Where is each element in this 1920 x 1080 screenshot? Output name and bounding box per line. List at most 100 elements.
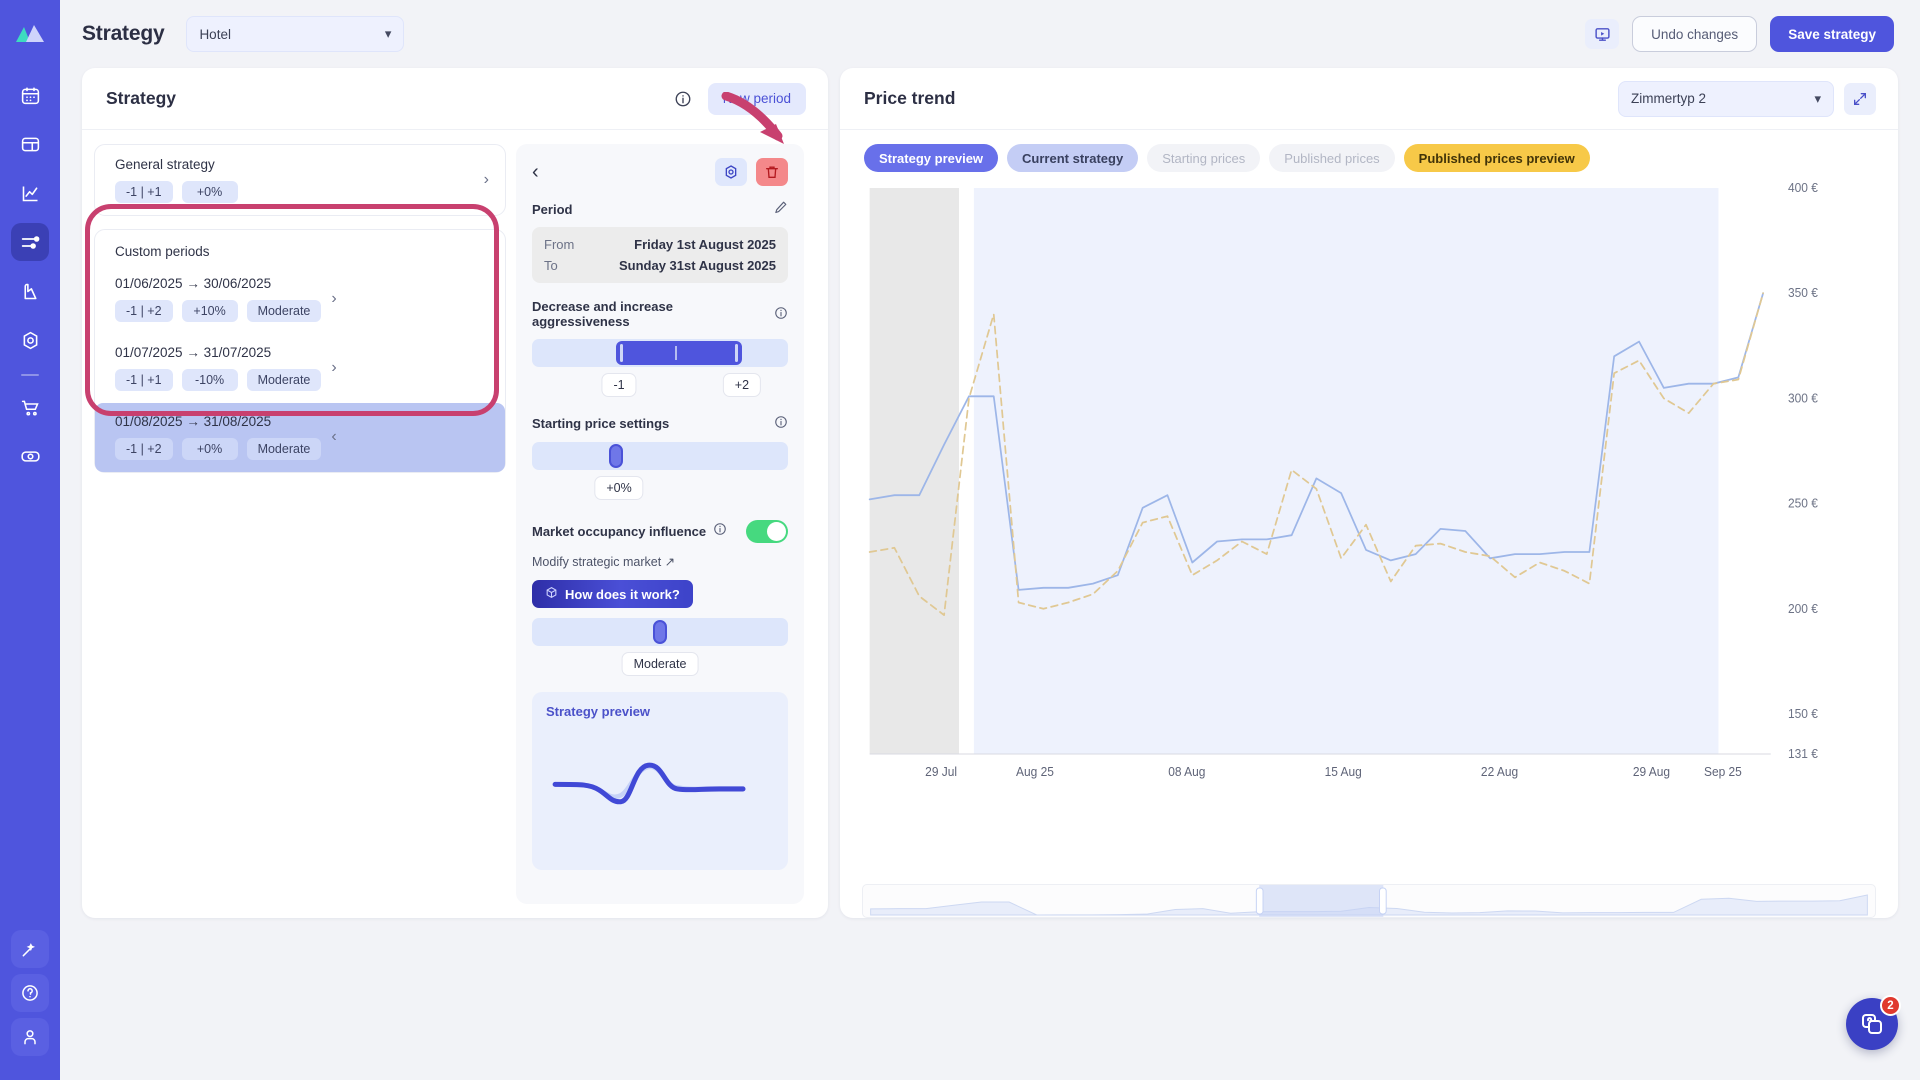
chip-aggressiveness: -1 | +2 [115, 300, 173, 322]
chat-help-icon[interactable]: 2 [1846, 995, 1901, 1050]
sidebar [0, 0, 60, 1080]
info-icon[interactable] [674, 90, 692, 108]
pencil-icon[interactable] [773, 200, 788, 218]
aggressiveness-slider[interactable] [532, 339, 788, 367]
list-item[interactable]: 01/06/2025 → 30/06/2025 -1 | +2 +10% Mod… [95, 265, 505, 334]
undo-changes-button[interactable]: Undo changes [1632, 16, 1758, 52]
x-axis-tick: 15 Aug [1325, 765, 1362, 779]
starting-price-slider-knob[interactable] [609, 444, 624, 468]
room-type-select[interactable]: Zimmertyp 2 ▾ [1618, 80, 1834, 117]
period-label: Period [532, 201, 573, 217]
aggressiveness-min-value: -1 [601, 373, 637, 397]
gear-icon[interactable] [715, 158, 747, 186]
strategy-card-header: Strategy New period [82, 68, 828, 130]
question-circle-icon[interactable] [11, 974, 49, 1012]
x-axis-tick: 29 Aug [1633, 765, 1670, 779]
tab-published-prices[interactable]: Published prices [1269, 144, 1395, 172]
chip-starting-price: +10% [181, 300, 238, 322]
chevron-left-icon[interactable]: ‹ [532, 161, 539, 184]
page-title: Strategy [82, 22, 165, 45]
custom-periods-box: Custom periods 01/06/2025 → 30/06/2025 -… [94, 229, 506, 473]
y-axis-tick: 300 € [1788, 391, 1818, 405]
selected-period-band [973, 188, 1719, 754]
y-axis-tick: 131 € [1788, 747, 1818, 761]
list-item-selected[interactable]: 01/08/2025 → 31/08/2025 -1 | +2 +0% Mode… [95, 403, 505, 472]
strategy-preview-title: Strategy preview [546, 704, 651, 719]
period-title: 01/07/2025 → 31/07/2025 [115, 345, 272, 360]
chevron-right-icon[interactable]: › [484, 171, 489, 189]
chip-aggressiveness: -1 | +2 [115, 438, 173, 460]
user-icon[interactable] [11, 1018, 49, 1056]
period-chips: -1 | +2 +0% Moderate [115, 438, 322, 460]
y-axis-tick: 350 € [1788, 286, 1818, 300]
cube-icon [545, 586, 558, 602]
market-occupancy-label: Market occupancy influence [532, 524, 707, 539]
y-axis-tick: 200 € [1788, 602, 1818, 616]
minimap-svg [870, 885, 1868, 917]
periods-column: General strategy -1 | +1 +0% › Custom pe… [85, 144, 506, 904]
from-label: From [544, 237, 575, 252]
info-icon[interactable] [774, 306, 788, 323]
strategy-card: Strategy New period General strategy -1 … [82, 68, 828, 918]
presentation-icon[interactable] [1585, 19, 1620, 49]
market-influence-slider-knob[interactable] [653, 620, 667, 644]
modify-strategic-market-link[interactable]: Modify strategic market ↗ [532, 554, 788, 569]
sidebar-item-benchmark[interactable] [11, 272, 49, 310]
tab-starting-prices[interactable]: Starting prices [1147, 144, 1261, 172]
market-influence-slider[interactable] [532, 618, 788, 646]
app-root: Strategy Hotel ▾ Undo changes Save strat… [0, 0, 1920, 1080]
period-dates-box: From Friday 1st August 2025 To Sunday 31… [532, 227, 788, 283]
sidebar-item-strategy[interactable] [11, 223, 49, 261]
sidebar-item-settings[interactable] [11, 321, 49, 359]
tab-strategy-preview[interactable]: Strategy preview [864, 144, 999, 172]
starting-price-slider[interactable] [532, 442, 788, 470]
period-title: 01/06/2025 → 30/06/2025 [115, 276, 272, 291]
sidebar-item-shop[interactable] [11, 388, 49, 426]
chevron-left-icon[interactable]: ‹ [331, 428, 336, 446]
strategy-preview-box: Strategy preview [532, 692, 788, 870]
y-axis-tick: 400 € [1788, 181, 1818, 195]
tab-current-strategy[interactable]: Current strategy [1007, 144, 1139, 172]
general-strategy-box[interactable]: General strategy -1 | +1 +0% › [94, 144, 506, 216]
sidebar-bottom-group [0, 930, 60, 1062]
chevron-right-icon[interactable]: › [331, 290, 336, 308]
hotel-select[interactable]: Hotel ▾ [186, 16, 405, 52]
sidebar-item-revenue[interactable] [11, 437, 49, 475]
period-title: 01/08/2025 → 31/08/2025 [115, 414, 272, 429]
annotation-arrow [721, 92, 784, 144]
info-icon[interactable] [713, 522, 727, 541]
custom-periods-label: Custom periods [115, 244, 210, 259]
market-occupancy-toggle[interactable] [746, 520, 788, 543]
general-strategy-row[interactable]: General strategy -1 | +1 +0% › [95, 145, 505, 215]
topbar-actions: Undo changes Save strategy [1585, 16, 1894, 52]
slider-tick [675, 346, 678, 360]
chart-tabs: Strategy preview Current strategy Starti… [840, 130, 1898, 180]
chevron-right-icon[interactable]: › [331, 359, 336, 377]
to-value: Sunday 31st August 2025 [618, 258, 776, 273]
period-from-row: From Friday 1st August 2025 [544, 234, 776, 255]
how-does-it-work-button[interactable]: How does it work? [532, 580, 693, 608]
trash-icon[interactable] [756, 158, 788, 186]
save-strategy-button[interactable]: Save strategy [1770, 16, 1894, 52]
x-axis-tick: Aug 25 [1016, 765, 1054, 779]
period-to-row: To Sunday 31st August 2025 [544, 255, 776, 276]
x-axis-tick: 08 Aug [1168, 765, 1205, 779]
general-strategy-title: General strategy [115, 157, 215, 172]
chip-influence: Moderate [246, 300, 322, 322]
period-chips: -1 | +1 -10% Moderate [115, 369, 322, 391]
price-trend-chart: 400 € 350 € 300 € 250 € 200 € 150 € 131 € 29 Ju… [840, 180, 1898, 876]
sidebar-item-analytics[interactable] [11, 174, 49, 212]
list-item[interactable]: 01/07/2025 → 31/07/2025 -1 | +1 -10% Mod… [95, 334, 505, 403]
info-icon[interactable] [774, 415, 788, 432]
aggressiveness-label: Decrease and increase aggressiveness [532, 299, 673, 329]
tab-published-prices-preview[interactable]: Published prices preview [1403, 144, 1590, 172]
topbar: Strategy Hotel ▾ Undo changes Save strat… [60, 0, 1920, 68]
magic-wand-icon[interactable] [11, 930, 49, 968]
sidebar-item-calendar[interactable] [11, 76, 49, 114]
expand-arrows-icon[interactable] [1844, 82, 1876, 115]
sidebar-item-dashboard[interactable] [11, 125, 49, 163]
chat-badge: 2 [1880, 995, 1901, 1016]
starting-price-values: +0% [532, 476, 788, 502]
chart-range-minimap[interactable] [862, 884, 1876, 918]
mountain-logo-icon[interactable] [13, 16, 47, 50]
